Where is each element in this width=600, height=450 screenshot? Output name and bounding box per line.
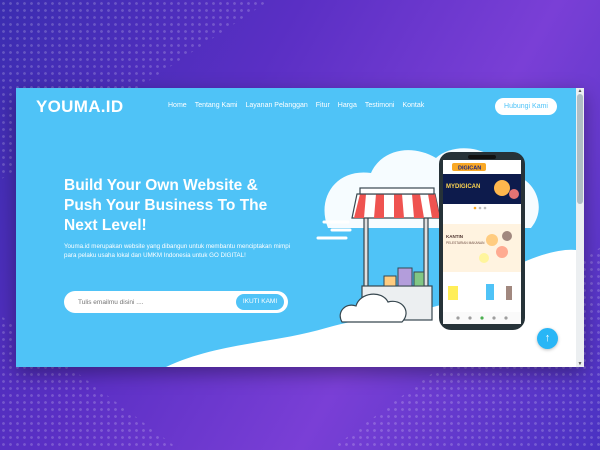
smartphone-mockup: DIGICAN MYDIGICAN KANTIN PELESTARIAN MAK…: [439, 152, 525, 330]
subscribe-button[interactable]: IKUTI KAMI: [236, 294, 284, 310]
app-badge-text: DIGICAN: [458, 166, 481, 172]
hero-description: Youma.id merupakan website yang dibangun…: [64, 243, 291, 259]
nav-kontak[interactable]: Kontak: [402, 102, 424, 109]
browser-scrollbar[interactable]: ▲ ▼: [576, 88, 584, 367]
hero-headline: Build Your Own Website & Push Your Busin…: [64, 177, 268, 234]
nav-testimoni[interactable]: Testimoni: [365, 102, 395, 109]
main-navigation: Home Tentang Kami Layanan Pelanggan Fitu…: [168, 102, 424, 109]
email-input[interactable]: [76, 291, 230, 315]
subscribe-form: IKUTI KAMI: [64, 291, 288, 315]
nav-home[interactable]: Home: [168, 102, 187, 109]
nav-harga[interactable]: Harga: [338, 102, 357, 109]
hero-illustration: DIGICAN MYDIGICAN KANTIN PELESTARIAN MAK…: [316, 152, 525, 330]
motion-lines-decoration: [316, 220, 352, 240]
card-subtitle-text: PELESTARIAN MAKANAN: [446, 241, 485, 245]
site-logo[interactable]: YOUMA.ID: [36, 97, 123, 117]
nav-fitur[interactable]: Fitur: [316, 102, 330, 109]
scroll-down-arrow-icon[interactable]: ▼: [576, 361, 584, 367]
nav-tentang-kami[interactable]: Tentang Kami: [195, 102, 238, 109]
website-screenshot: YOUMA.ID Home Tentang Kami Layanan Pelan…: [16, 88, 584, 367]
scroll-to-top-button[interactable]: ↑: [537, 328, 558, 349]
hubungi-kami-button[interactable]: Hubungi Kami: [495, 98, 557, 115]
arrow-up-icon: ↑: [544, 332, 551, 344]
banner-title-text: MYDIGICAN: [446, 184, 480, 190]
card-title-text: KANTIN: [446, 234, 463, 239]
scrollbar-thumb[interactable]: [577, 94, 583, 204]
nav-layanan-pelanggan[interactable]: Layanan Pelanggan: [246, 102, 308, 109]
